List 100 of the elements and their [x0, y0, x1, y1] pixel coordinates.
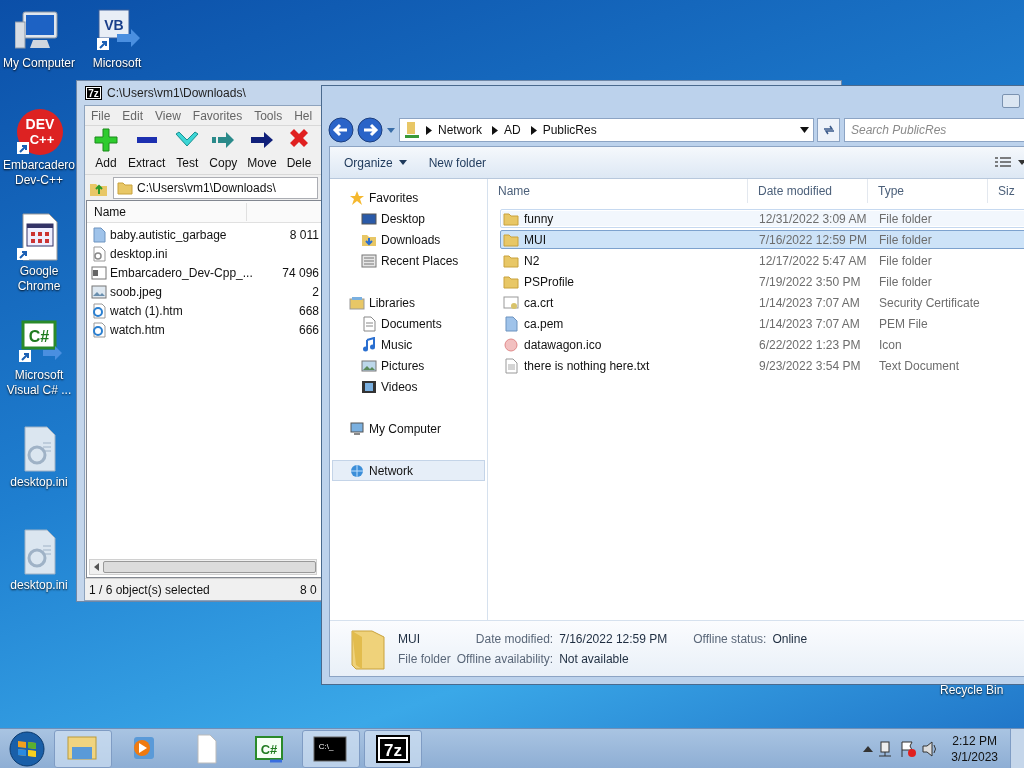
horizontal-scrollbar[interactable] — [89, 559, 317, 575]
toolbar-button[interactable]: Copy — [206, 128, 241, 172]
file-row[interactable]: funny 12/31/2022 3:09 AM File folder — [500, 209, 1024, 228]
file-name[interactable]: watch (1).htm — [110, 301, 256, 320]
breadcrumb-item[interactable]: PublicRes — [542, 121, 601, 139]
settings-file-icon — [91, 245, 107, 262]
nav-item[interactable]: Favorites — [332, 187, 485, 208]
view-options-icon[interactable] — [994, 155, 1012, 170]
detail-label: Offline availability: — [456, 650, 554, 668]
file-name[interactable]: desktop.ini — [110, 244, 256, 263]
toolbar-button[interactable]: Dele — [283, 128, 315, 172]
clock-time[interactable]: 2:12 PM — [952, 732, 997, 749]
nav-item[interactable]: Videos — [332, 376, 485, 397]
detail-value: Online — [772, 630, 809, 648]
menu-item[interactable]: Edit — [116, 106, 150, 125]
menu-item[interactable]: Favorites — [186, 106, 249, 125]
file-type: File folder — [878, 210, 933, 228]
taskbar-button[interactable]: 7z — [364, 729, 422, 768]
file-row[interactable]: N2 12/17/2022 5:47 AM File folder — [500, 251, 1024, 270]
desktop-icon-label[interactable]: Recycle Bin — [940, 682, 1004, 698]
menu-item[interactable]: View — [149, 106, 187, 125]
desktop-icon-label[interactable]: Google Chrome — [0, 264, 78, 294]
nav-item[interactable]: Downloads — [332, 229, 485, 250]
nav-item[interactable]: Desktop — [332, 208, 485, 229]
dropdown-arrow-icon[interactable] — [800, 127, 810, 133]
command-button[interactable]: New folder — [420, 150, 495, 175]
desktop-icon-label[interactable]: Microsoft Visual C# ... — [0, 368, 78, 398]
file-name[interactable]: Embarcadero_Dev-Cpp_... — [110, 263, 256, 282]
status-size: 8 0 — [300, 581, 317, 599]
chevron-right-icon — [426, 125, 432, 135]
file-row[interactable]: there is nothing here.txt 9/23/2022 3:54 PM Text Document — [500, 356, 1024, 375]
taskbar-button[interactable]: C:\_ — [302, 729, 360, 768]
nav-item[interactable]: Pictures — [332, 355, 485, 376]
date-modified: 7/19/2022 3:50 PM — [758, 273, 862, 291]
column-header[interactable]: Date modified — [748, 179, 868, 203]
documents-icon — [361, 315, 377, 332]
command-button[interactable]: Organize — [336, 150, 415, 175]
column-header[interactable]: Type — [868, 179, 988, 203]
detail-label: Offline status: — [693, 630, 767, 648]
toolbar-button[interactable]: Add — [91, 128, 121, 172]
selected-item-name: MUI — [398, 630, 421, 648]
toolbar-button[interactable]: Extract — [125, 128, 169, 172]
show-desktop-button[interactable] — [1010, 728, 1024, 768]
desktop-icon-label[interactable]: desktop.ini — [9, 578, 69, 593]
column-header[interactable]: Name — [87, 202, 247, 221]
file-name[interactable]: soob.jpeg — [110, 282, 256, 301]
file-name: PSProfile — [524, 273, 575, 291]
clock-date[interactable]: 3/1/2023 — [951, 748, 998, 765]
menu-item[interactable]: File — [85, 106, 117, 125]
desktop-icon-label[interactable]: desktop.ini — [9, 475, 69, 490]
app-logo-icon: 7z — [85, 86, 102, 100]
desktop-icon-label[interactable]: Embarcadero Dev-C++ — [0, 158, 78, 188]
file-name[interactable]: watch.htm — [110, 320, 256, 339]
folder-icon — [503, 252, 519, 269]
nav-item[interactable]: Documents — [332, 313, 485, 334]
file-size: 668 — [297, 302, 319, 320]
scroll-left-arrow-icon[interactable] — [94, 563, 99, 571]
file-name: datawagon.ico — [524, 336, 602, 354]
toolbar-button[interactable]: Test — [172, 128, 203, 172]
taskbar-button[interactable]: C# — [240, 729, 298, 768]
column-header[interactable]: Siz — [988, 179, 1024, 203]
nav-item[interactable]: My Computer — [332, 418, 485, 439]
column-header[interactable]: Name — [488, 179, 748, 203]
refresh-button[interactable] — [817, 118, 840, 142]
toolbar-button[interactable]: Move — [244, 128, 280, 172]
recent-places-icon — [361, 252, 377, 269]
nav-item[interactable]: Recent Places — [332, 250, 485, 271]
forward-button[interactable] — [357, 117, 383, 143]
minimize-button[interactable] — [1002, 94, 1020, 108]
program-shortcut-icon[interactable]: DEV C++ — [15, 108, 63, 156]
back-button[interactable] — [328, 117, 354, 143]
film-icon — [361, 378, 377, 395]
file-row[interactable]: ca.pem 1/14/2023 7:07 AM PEM File — [500, 314, 1024, 333]
path-field[interactable]: C:\Users\vm1\Downloads\ — [113, 176, 318, 199]
text-file-icon — [503, 357, 519, 374]
search-field[interactable]: Search PublicRes — [843, 118, 1024, 142]
date-modified: 6/22/2022 1:23 PM — [758, 336, 862, 354]
flag-warning-icon[interactable] — [899, 739, 918, 758]
desktop-icon-label[interactable]: My Computer — [2, 56, 76, 71]
nav-item[interactable]: Libraries — [332, 292, 485, 313]
scrollbar-thumb[interactable] — [103, 561, 316, 573]
file-row[interactable]: ca.crt 1/14/2023 7:07 AM Security Certificate — [500, 293, 1024, 312]
breadcrumb-item[interactable]: Network — [438, 121, 486, 139]
file-row[interactable]: PSProfile 7/19/2022 3:50 PM File folder — [500, 272, 1024, 291]
address-bar[interactable]: Network AD PublicRes — [399, 118, 815, 142]
nav-item[interactable]: Music — [332, 334, 485, 355]
date-modified: 7/16/2022 12:59 PM — [758, 231, 869, 249]
breadcrumb-item[interactable]: AD — [504, 121, 525, 139]
nav-item[interactable]: Network — [332, 460, 485, 481]
menu-item[interactable]: Hel — [288, 106, 319, 125]
file-size: 8 011 — [288, 226, 319, 244]
show-hidden-icons-icon[interactable] — [863, 744, 874, 753]
file-name[interactable]: baby.autistic_garbage — [110, 225, 256, 244]
status-text: 1 / 6 object(s) selected — [89, 581, 211, 599]
file-row[interactable]: datawagon.ico 6/22/2022 1:23 PM Icon — [500, 335, 1024, 354]
file-row[interactable]: MUI 7/16/2022 12:59 PM File folder — [500, 230, 1024, 249]
dropdown-arrow-icon[interactable] — [1018, 160, 1024, 165]
menu-item[interactable]: Tools — [248, 106, 289, 125]
desktop-icon-label[interactable]: Microsoft — [91, 56, 143, 71]
certificate-icon — [503, 294, 519, 311]
